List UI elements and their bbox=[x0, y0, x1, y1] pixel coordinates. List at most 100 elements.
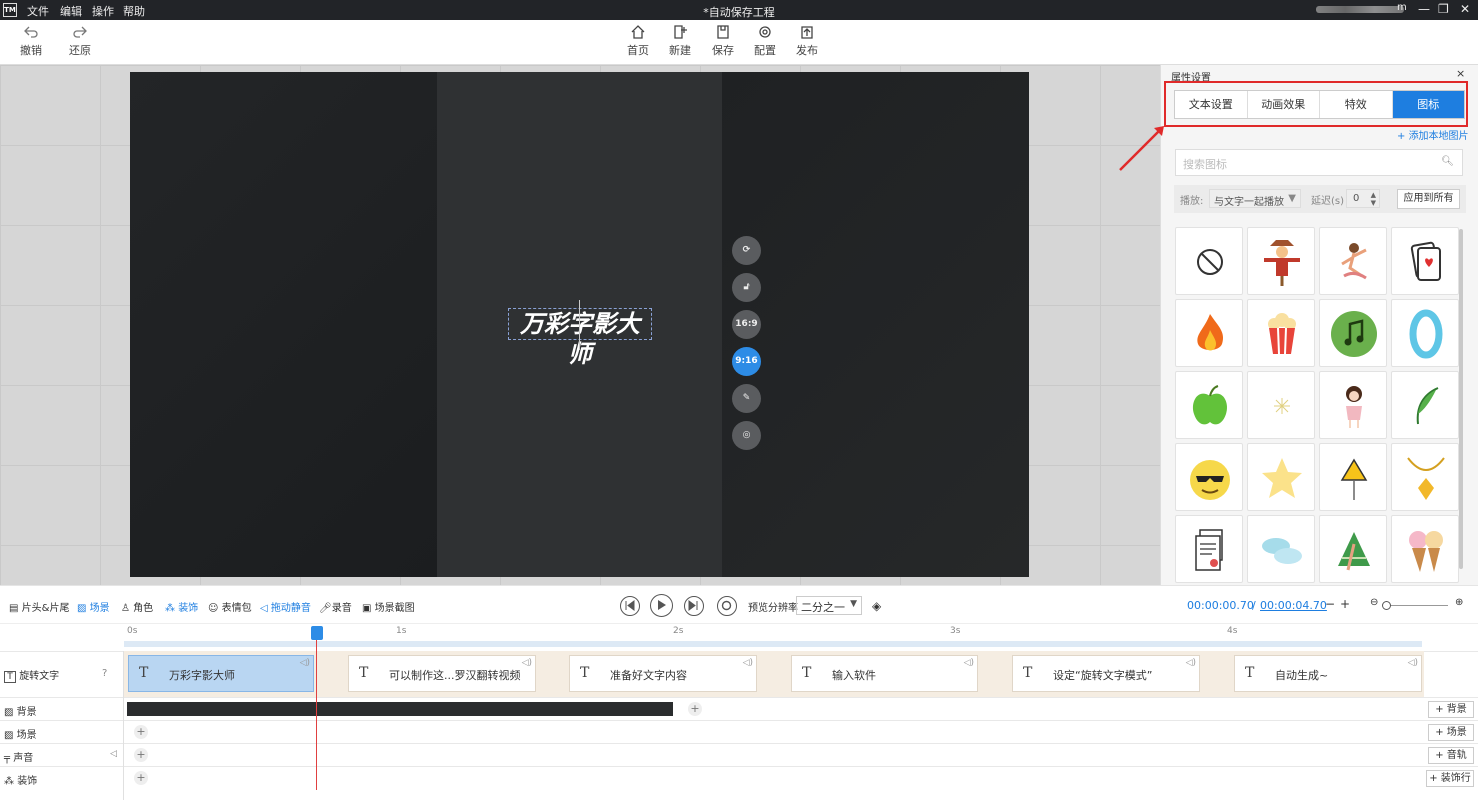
icon-cell[interactable] bbox=[1175, 443, 1243, 511]
new-button[interactable]: 新建 bbox=[660, 24, 700, 58]
intro-outro-button[interactable]: ▤ 片头&片尾 bbox=[9, 599, 69, 614]
icon-cell[interactable] bbox=[1391, 515, 1459, 583]
icon-cell[interactable] bbox=[1175, 515, 1243, 583]
playhead-handle[interactable] bbox=[311, 626, 323, 640]
speaker-icon[interactable]: ◁) bbox=[300, 658, 310, 668]
speaker-icon[interactable]: ◁) bbox=[743, 658, 753, 668]
lock-button[interactable]: 🔓︎ bbox=[732, 273, 761, 302]
undo-button[interactable]: 撤销 bbox=[11, 24, 51, 58]
add-decoration-plus[interactable]: + bbox=[134, 771, 148, 785]
icon-cell[interactable] bbox=[1175, 371, 1243, 439]
add-background-button[interactable]: + 背景 bbox=[1428, 701, 1474, 718]
volume-icon[interactable]: ◁ bbox=[110, 749, 117, 759]
add-audio-track-button[interactable]: + 音轨 bbox=[1428, 747, 1474, 764]
next-button[interactable] bbox=[684, 596, 704, 616]
text-clip[interactable]: T 输入软件 ◁) bbox=[791, 655, 978, 692]
speaker-icon[interactable]: ◁) bbox=[522, 658, 532, 668]
icon-cell[interactable] bbox=[1247, 515, 1315, 583]
user-account[interactable] bbox=[1316, 6, 1404, 13]
icon-cell[interactable] bbox=[1391, 227, 1459, 295]
zoom-out-icon[interactable]: ⊖ bbox=[1370, 597, 1378, 608]
delay-stepper[interactable]: 0 ▲ ▼ bbox=[1346, 189, 1380, 208]
icon-cell[interactable] bbox=[1391, 443, 1459, 511]
icon-cell[interactable] bbox=[1247, 371, 1315, 439]
icon-cell[interactable] bbox=[1247, 227, 1315, 295]
add-background-plus[interactable]: + bbox=[688, 702, 702, 716]
save-button[interactable]: 保存 bbox=[703, 24, 743, 58]
preview-resolution-select[interactable]: 二分之一 ▼ bbox=[796, 596, 862, 615]
tick-label: 3s bbox=[950, 626, 961, 636]
text-clip[interactable]: T 可以制作这...罗汉翻转视频 ◁) bbox=[348, 655, 536, 692]
settings-button[interactable]: ◎ bbox=[732, 421, 761, 450]
apply-to-all-button[interactable]: 应用到所有 bbox=[1397, 189, 1460, 209]
decoration-button[interactable]: ⁂ 装饰 bbox=[165, 599, 198, 614]
stepper-arrows-icon[interactable]: ▲ ▼ bbox=[1371, 191, 1376, 207]
text-clip[interactable]: T 设定“旋转文字模式” ◁) bbox=[1012, 655, 1200, 692]
icon-cell[interactable] bbox=[1391, 299, 1459, 367]
icon-cell[interactable] bbox=[1319, 299, 1387, 367]
add-scene-plus[interactable]: + bbox=[134, 725, 148, 739]
add-sound-plus[interactable]: + bbox=[134, 748, 148, 762]
add-scene-button[interactable]: + 场景 bbox=[1428, 724, 1474, 741]
background-clip[interactable] bbox=[127, 702, 673, 716]
maximize-button[interactable]: ❐ bbox=[1438, 2, 1449, 16]
total-time[interactable]: 00:00:04.70 bbox=[1260, 599, 1327, 612]
undo-label: 撤销 bbox=[20, 44, 42, 57]
screenshot-button[interactable]: ▣ 场景截图 bbox=[362, 599, 415, 614]
search-icon[interactable]: 🔍︎ bbox=[1441, 156, 1454, 167]
icon-cell[interactable] bbox=[1319, 443, 1387, 511]
redo-button[interactable]: 还原 bbox=[60, 24, 100, 58]
icon-search-input[interactable]: 搜索图标 🔍︎ bbox=[1175, 149, 1463, 176]
zoom-slider-handle[interactable] bbox=[1382, 601, 1391, 610]
character-button[interactable]: ♙ 角色 bbox=[121, 599, 153, 614]
icon-cell[interactable] bbox=[1319, 371, 1387, 439]
icon-cell[interactable] bbox=[1175, 299, 1243, 367]
icon-cell[interactable] bbox=[1391, 371, 1459, 439]
play-button[interactable] bbox=[650, 594, 673, 617]
drag-mute-button[interactable]: ◁ 拖动静音 bbox=[260, 599, 311, 614]
play-mode-value: 与文字一起播放 bbox=[1214, 197, 1284, 208]
minus-icon[interactable]: − bbox=[1325, 597, 1335, 611]
panel-close-button[interactable]: × bbox=[1456, 67, 1465, 80]
icon-cell[interactable] bbox=[1319, 515, 1387, 583]
zoom-in-icon[interactable]: ⊕ bbox=[1455, 597, 1463, 608]
publish-button[interactable]: 发布 bbox=[787, 24, 827, 58]
emoji-label: 表情包 bbox=[221, 603, 252, 614]
text-clip[interactable]: T 自动生成~ ◁) bbox=[1234, 655, 1422, 692]
timeline-range-bar[interactable] bbox=[124, 641, 1422, 647]
add-decoration-row-button[interactable]: + 装饰行 bbox=[1426, 770, 1474, 787]
layers-icon[interactable]: ◈ bbox=[872, 599, 881, 613]
icon-cell[interactable] bbox=[1247, 443, 1315, 511]
icon-grid-scrollbar[interactable] bbox=[1459, 229, 1463, 569]
clip-label: 可以制作这...罗汉翻转视频 bbox=[389, 669, 521, 682]
icon-cell[interactable] bbox=[1175, 227, 1243, 295]
ratio-16-9-button[interactable]: 16:9 bbox=[732, 310, 761, 339]
rotate-button[interactable]: ⟳ bbox=[732, 236, 761, 265]
close-window-button[interactable]: ✕ bbox=[1460, 2, 1470, 16]
speaker-icon[interactable]: ◁) bbox=[1408, 658, 1418, 668]
plus-icon[interactable]: + bbox=[1340, 597, 1350, 611]
preview-canvas[interactable]: 万彩字影大师 ⟳ 🔓︎ 16:9 9:16 ✎ ◎ bbox=[130, 72, 1029, 577]
ratio-9-16-button[interactable]: 9:16 bbox=[732, 347, 761, 376]
speaker-icon[interactable]: ◁) bbox=[1186, 658, 1196, 668]
home-button[interactable]: 首页 bbox=[618, 24, 658, 58]
config-button[interactable]: 配置 bbox=[745, 24, 785, 58]
text-clip[interactable]: T 万彩字影大师 ◁) bbox=[128, 655, 314, 692]
help-icon[interactable]: ? bbox=[102, 668, 107, 679]
icon-cell[interactable] bbox=[1247, 299, 1315, 367]
add-local-image-link[interactable]: + 添加本地图片 bbox=[1397, 127, 1469, 142]
text-clip[interactable]: T 准备好文字内容 ◁) bbox=[569, 655, 757, 692]
edit-button[interactable]: ✎ bbox=[732, 384, 761, 413]
minimize-button[interactable]: — bbox=[1418, 2, 1430, 16]
speaker-icon[interactable]: ◁) bbox=[964, 658, 974, 668]
timeline-ruler[interactable]: 0s 1s 2s 3s 4s bbox=[0, 623, 1478, 651]
zoom-slider[interactable] bbox=[1384, 605, 1448, 606]
loop-button[interactable] bbox=[717, 596, 737, 616]
emoji-button[interactable]: ☺ 表情包 bbox=[208, 599, 252, 614]
scene-button[interactable]: ▨ 场景 bbox=[77, 599, 110, 614]
main-text-element[interactable]: 万彩字影大师 bbox=[508, 308, 652, 368]
play-mode-select[interactable]: 与文字一起播放 ▼ bbox=[1209, 189, 1301, 208]
prev-button[interactable] bbox=[620, 596, 640, 616]
icon-cell[interactable] bbox=[1319, 227, 1387, 295]
record-button[interactable]: 🎤︎录音 bbox=[319, 599, 352, 614]
